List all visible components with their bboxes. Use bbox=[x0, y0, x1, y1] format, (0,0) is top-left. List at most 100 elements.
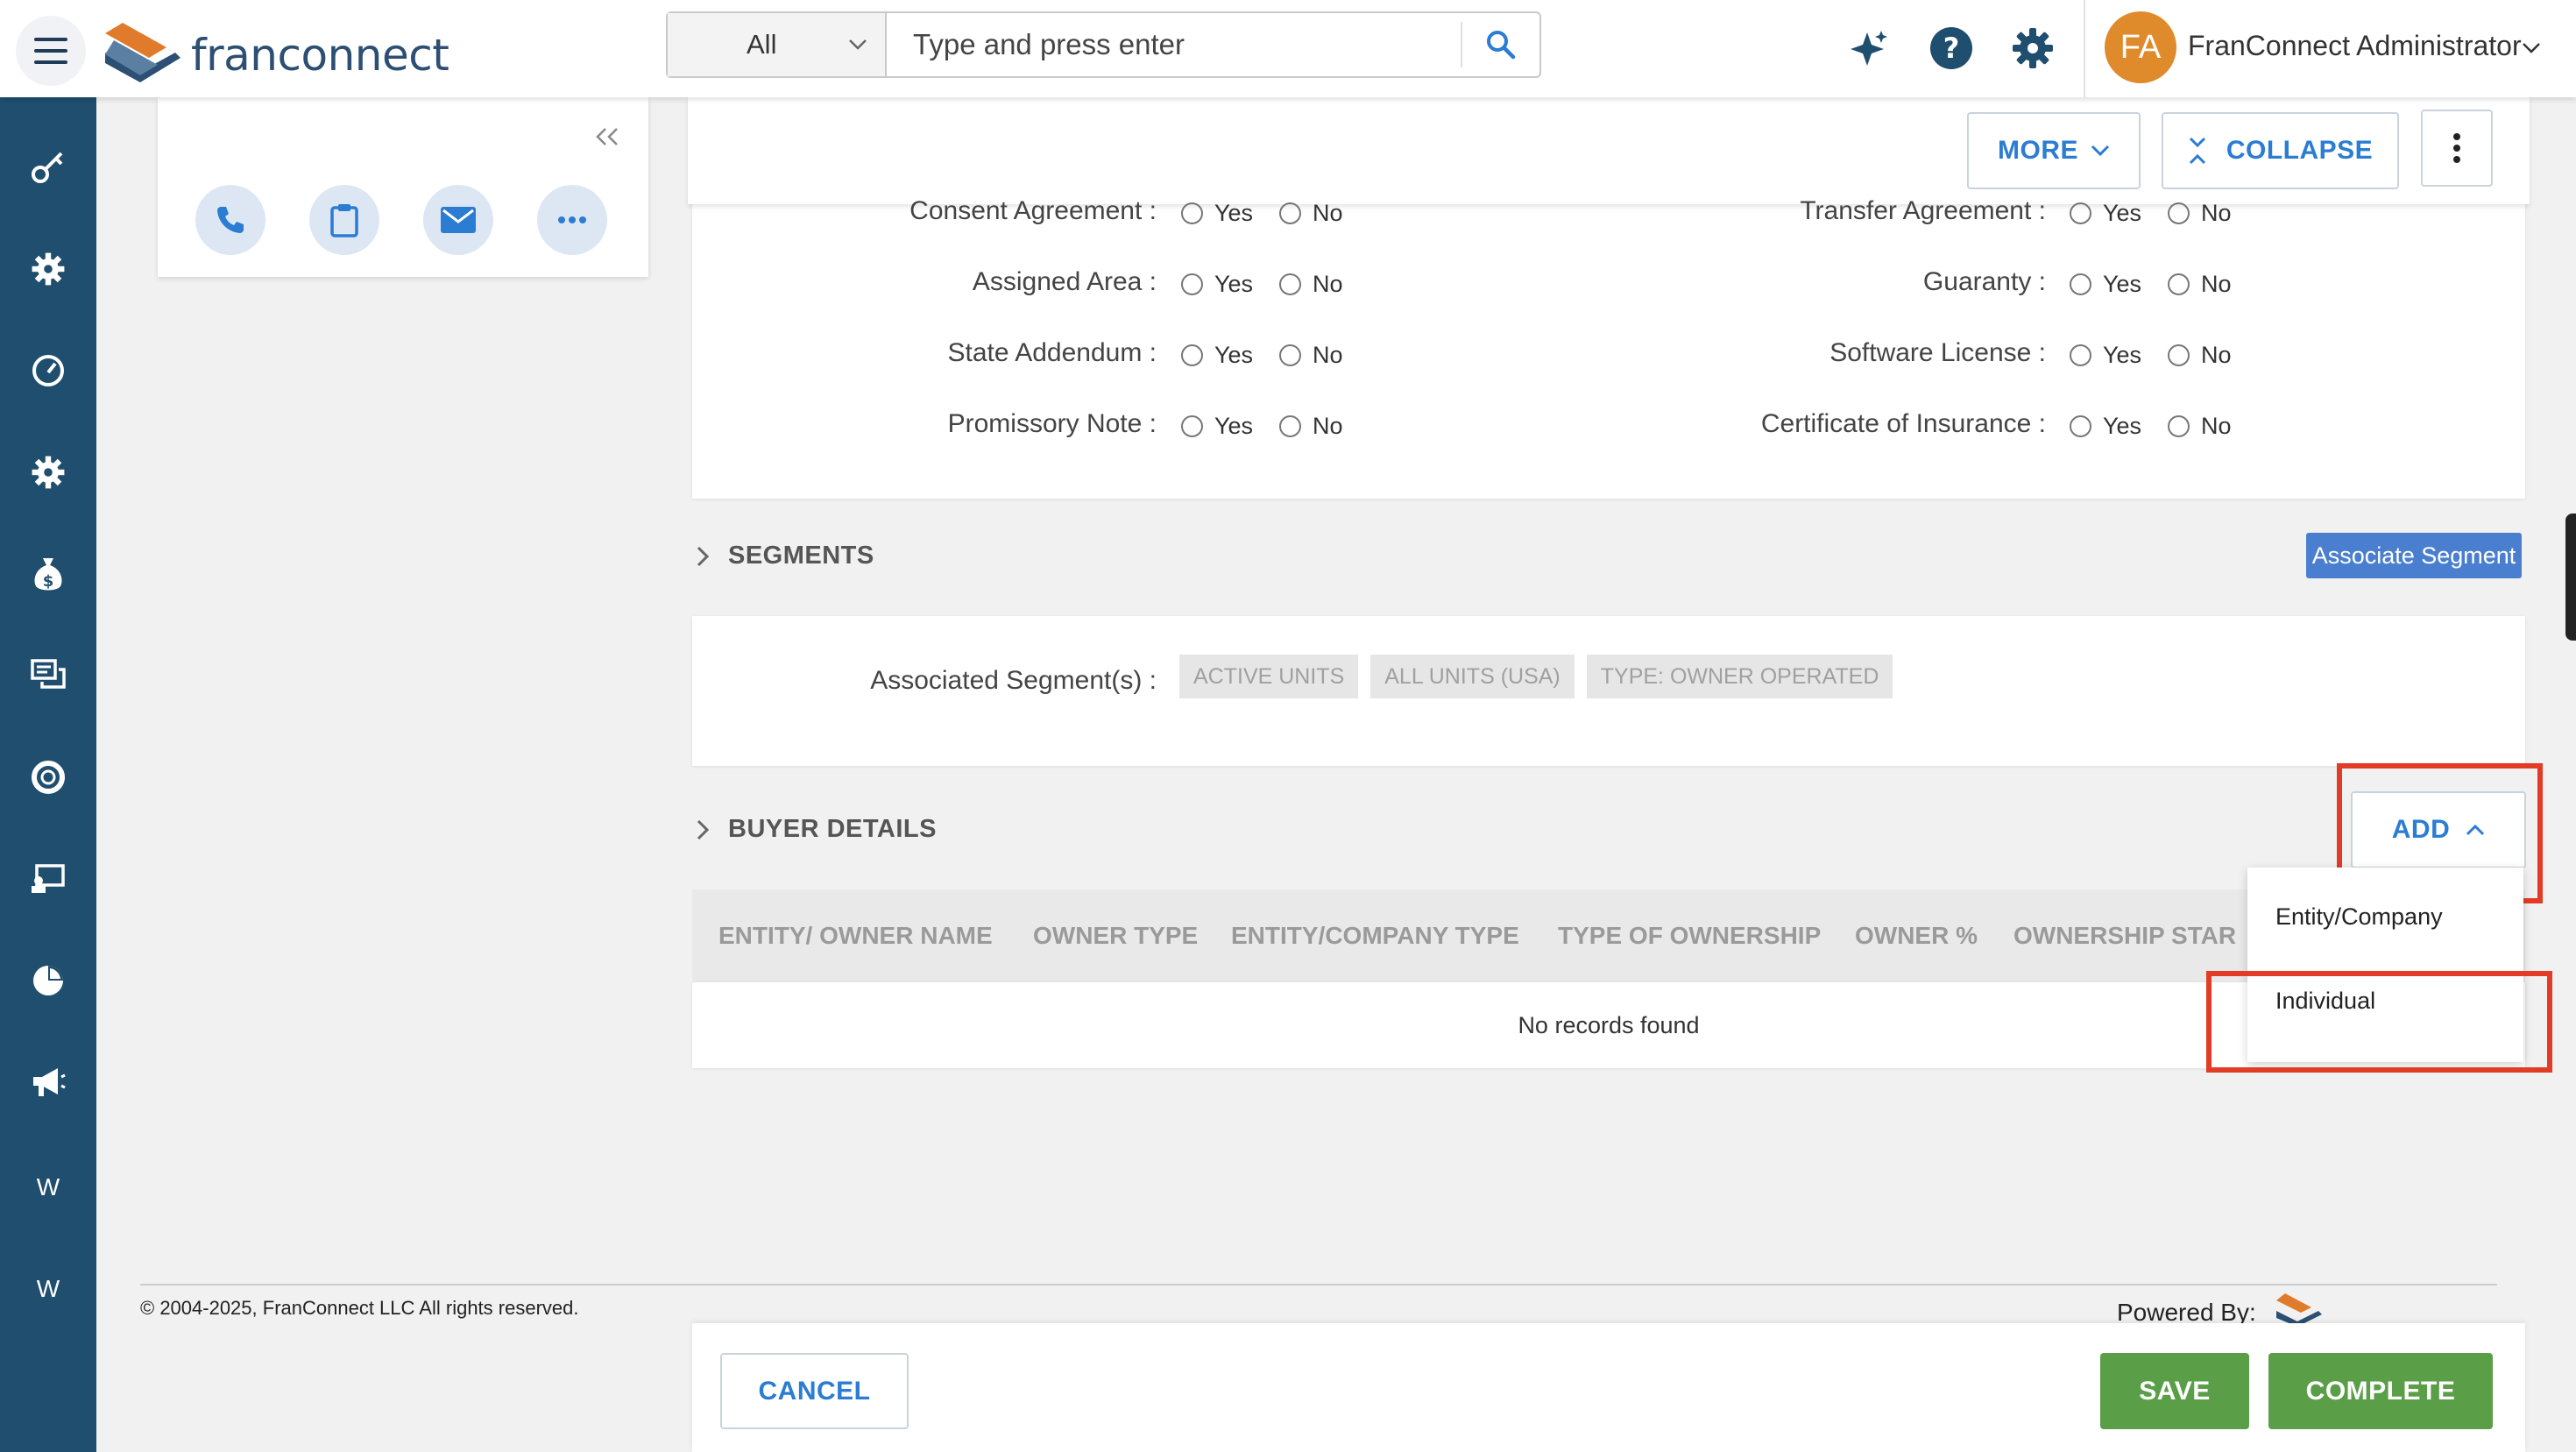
radio-no[interactable]: No bbox=[2168, 271, 2232, 298]
assigned-area-label: Assigned Area : bbox=[972, 267, 1157, 296]
email-button[interactable] bbox=[423, 185, 493, 255]
sidebar-item-reports[interactable] bbox=[0, 950, 96, 1011]
radio-yes[interactable]: Yes bbox=[1181, 342, 1253, 369]
task-button[interactable] bbox=[309, 185, 379, 255]
radio-no[interactable]: No bbox=[2168, 200, 2232, 227]
avatar[interactable]: FA bbox=[2105, 11, 2176, 83]
ai-sparkle-button[interactable] bbox=[1843, 22, 1895, 74]
collapse-label: COLLAPSE bbox=[2226, 136, 2374, 165]
radio-yes[interactable]: Yes bbox=[2070, 413, 2141, 440]
double-chevron-left-icon bbox=[596, 128, 618, 145]
sidebar-item-w-2[interactable]: W bbox=[0, 1258, 96, 1320]
software-license-radios: Yes No bbox=[2070, 342, 2258, 369]
associate-segment-button[interactable]: Associate Segment bbox=[2306, 533, 2522, 578]
radio-yes[interactable]: Yes bbox=[2070, 200, 2141, 227]
segment-chip: ACTIVE UNITS bbox=[1179, 655, 1359, 698]
radio-no[interactable]: No bbox=[1279, 271, 1343, 298]
cancel-button[interactable]: CANCEL bbox=[720, 1353, 909, 1429]
software-license-label: Software License : bbox=[1829, 338, 2046, 367]
more-button[interactable]: MORE bbox=[1967, 112, 2141, 189]
buyer-details-title: BUYER DETAILS bbox=[728, 815, 937, 843]
header-divider bbox=[2084, 0, 2085, 97]
save-button[interactable]: SAVE bbox=[2100, 1353, 2249, 1429]
hamburger-icon bbox=[34, 38, 67, 64]
sidebar-item-marketing[interactable] bbox=[0, 1052, 96, 1113]
consent-agreement-radios: Yes No bbox=[1181, 200, 1369, 227]
collapse-button[interactable]: COLLAPSE bbox=[2162, 112, 2399, 189]
radio-no[interactable]: No bbox=[1279, 200, 1343, 227]
segment-chip: ALL UNITS (USA) bbox=[1370, 655, 1575, 698]
associated-segments-label: Associated Segment(s) : bbox=[870, 666, 1157, 695]
scroll-handle[interactable] bbox=[2565, 514, 2576, 641]
sparkle-icon bbox=[1851, 31, 1887, 66]
chevron-right-icon bbox=[697, 819, 709, 839]
promissory-note-label: Promissory Note : bbox=[947, 409, 1157, 438]
sidebar-item-configuration[interactable] bbox=[0, 442, 96, 503]
kebab-menu-button[interactable] bbox=[2421, 110, 2493, 187]
help-button[interactable]: ? bbox=[1925, 22, 1978, 74]
assigned-area-radios: Yes No bbox=[1181, 271, 1369, 298]
dashboard-icon bbox=[32, 355, 64, 386]
add-label: ADD bbox=[2391, 815, 2451, 844]
complete-button[interactable]: COMPLETE bbox=[2268, 1353, 2493, 1429]
segments-toggle[interactable]: SEGMENTS bbox=[697, 542, 874, 570]
more-actions-button[interactable] bbox=[537, 185, 607, 255]
sidebar-item-settings[interactable] bbox=[0, 238, 96, 300]
sidebar-item-finance[interactable]: $ bbox=[0, 543, 96, 605]
radio-no[interactable]: No bbox=[2168, 342, 2232, 369]
sidebar-item-messages[interactable] bbox=[0, 645, 96, 706]
radio-yes[interactable]: Yes bbox=[2070, 342, 2141, 369]
segments-title: SEGMENTS bbox=[728, 542, 874, 570]
user-menu-chevron-icon[interactable] bbox=[2522, 42, 2541, 59]
sidebar-item-dashboard[interactable] bbox=[0, 340, 96, 401]
lifebuoy-icon bbox=[32, 761, 65, 794]
transfer-agreement-radios: Yes No bbox=[2070, 200, 2258, 227]
call-button[interactable] bbox=[195, 185, 265, 255]
more-label: MORE bbox=[1998, 136, 2078, 165]
radio-yes[interactable]: Yes bbox=[1181, 271, 1253, 298]
radio-no[interactable]: No bbox=[1279, 413, 1343, 440]
radio-yes[interactable]: Yes bbox=[1181, 413, 1253, 440]
chevron-right-icon bbox=[697, 546, 709, 566]
radio-yes[interactable]: Yes bbox=[2070, 271, 2141, 298]
sidebar-item-training[interactable] bbox=[0, 848, 96, 910]
guaranty-label: Guaranty : bbox=[1922, 267, 2046, 296]
search-input[interactable] bbox=[887, 13, 1461, 76]
settings-button[interactable] bbox=[2006, 22, 2059, 74]
column-header: OWNERSHIP STAR bbox=[2013, 922, 2237, 949]
search-button[interactable] bbox=[1461, 22, 1539, 67]
logo-text[interactable]: franconnect bbox=[191, 30, 449, 81]
search-scope-select[interactable]: All bbox=[668, 13, 887, 76]
menu-item-entity-company[interactable]: Entity/Company bbox=[2247, 886, 2523, 947]
svg-text:?: ? bbox=[1943, 32, 1960, 65]
radio-no[interactable]: No bbox=[2168, 413, 2232, 440]
certificate-of-insurance-label: Certificate of Insurance : bbox=[1760, 409, 2046, 438]
phone-icon bbox=[217, 207, 244, 233]
radio-yes[interactable]: Yes bbox=[1181, 200, 1253, 227]
sidebar-item-support[interactable] bbox=[0, 747, 96, 808]
radio-no[interactable]: No bbox=[1279, 342, 1343, 369]
individual-option-highlight bbox=[2206, 971, 2552, 1073]
contact-card bbox=[158, 97, 648, 277]
hamburger-menu-button[interactable] bbox=[16, 16, 86, 86]
state-addendum-radios: Yes No bbox=[1181, 342, 1369, 369]
guaranty-radios: Yes No bbox=[2070, 271, 2258, 298]
segment-chips: ACTIVE UNITS ALL UNITS (USA) TYPE: OWNER… bbox=[1179, 655, 1893, 698]
buyer-details-toggle[interactable]: BUYER DETAILS bbox=[697, 815, 937, 844]
sidebar-item-label: W bbox=[36, 1173, 60, 1201]
chevron-up-icon bbox=[2466, 824, 2485, 836]
column-header: ENTITY/COMPANY TYPE bbox=[1231, 922, 1519, 949]
sidebar-item-key[interactable] bbox=[0, 136, 96, 197]
collapse-card-button[interactable] bbox=[594, 127, 620, 151]
money-bag-icon: $ bbox=[34, 558, 62, 591]
top-bar: franconnect All ? FA FranConnect Adminis… bbox=[0, 0, 2576, 97]
logo-icon bbox=[105, 14, 184, 92]
segment-chip: TYPE: OWNER OPERATED bbox=[1586, 655, 1893, 698]
add-button[interactable]: ADD bbox=[2351, 791, 2526, 868]
user-name[interactable]: FranConnect Administrator bbox=[2188, 30, 2522, 62]
sidebar-item-w-1[interactable]: W bbox=[0, 1157, 96, 1218]
consent-agreement-label: Consent Agreement : bbox=[909, 196, 1157, 225]
bottom-action-bar bbox=[692, 1323, 2525, 1452]
chevron-down-icon bbox=[2091, 145, 2110, 157]
search-icon bbox=[1487, 31, 1516, 60]
